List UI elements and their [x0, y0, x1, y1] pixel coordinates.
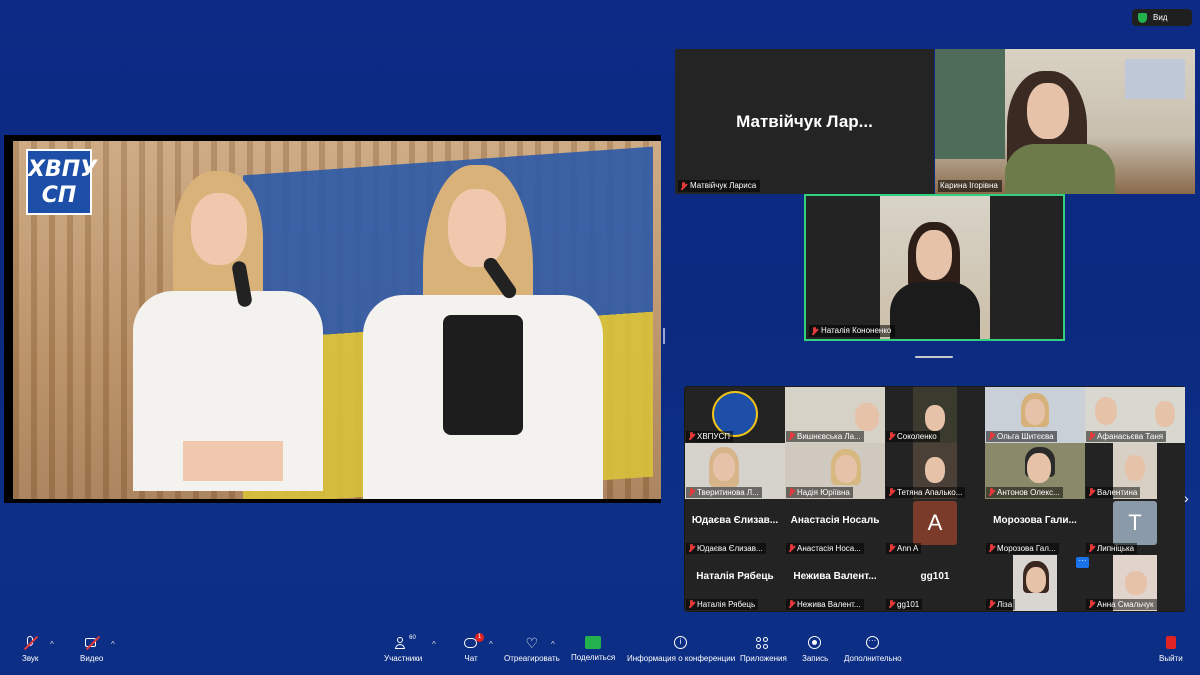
gallery-tile[interactable]: Тверитинова Л... [685, 443, 785, 499]
resize-handle[interactable] [915, 356, 953, 358]
video-options-chevron-icon[interactable]: ^ [111, 640, 115, 649]
leave-button[interactable]: Выйти [1159, 636, 1183, 663]
more-icon: ··· [865, 636, 881, 650]
muted-mic-icon [888, 432, 895, 441]
gallery-tile[interactable]: Ліза [985, 555, 1085, 611]
muted-mic-icon [988, 432, 995, 441]
record-button[interactable]: Запись [802, 636, 828, 663]
muted-mic-icon [988, 544, 995, 553]
participant-title: Анастасія Носаль [790, 515, 880, 526]
heart-icon: ♡ [525, 635, 539, 651]
hvpusp-logo: ХВПУ СП [26, 149, 97, 215]
muted-mic-icon [1088, 432, 1095, 441]
participant-title: Юдаєва Єлизав... [691, 515, 779, 526]
muted-mic-icon [788, 432, 795, 441]
leave-icon [1163, 636, 1179, 650]
chat-button[interactable]: 1 Чат [463, 633, 484, 663]
gallery-tile[interactable]: Ольга Шитєєва [985, 387, 1085, 443]
gallery-view: ХВПУСП Вишнєвська Ла... Соколенко Ольга … [684, 386, 1185, 612]
muted-mic-icon [788, 600, 795, 609]
muted-mic-icon [888, 488, 895, 497]
chat-badge: 1 [475, 633, 484, 642]
chalkboard [935, 49, 1005, 159]
apps-icon [755, 636, 771, 650]
participant-name-tag: Матвійчук Лариса [678, 180, 761, 192]
shared-screen: ХВПУ СП [4, 135, 661, 503]
gallery-tile[interactable]: Надія Юріївна [785, 443, 885, 499]
meeting-toolbar: Звук ^ Видео ^ 60 Участники ^ 1 Чат ^ ♡ … [0, 632, 1200, 675]
chat-options-chevron-icon[interactable]: ^ [489, 640, 493, 649]
participant-video [880, 196, 990, 339]
gallery-tile[interactable]: Вишнєвська Ла... [785, 387, 885, 443]
muted-mic-icon [688, 432, 695, 441]
participant-big-name: Матвійчук Лар... [736, 111, 873, 131]
view-label: Вид [1153, 13, 1168, 22]
participant-title: gg101 [920, 571, 950, 582]
next-page-arrow-icon[interactable]: › [1184, 490, 1189, 506]
video-tile-karyna[interactable]: Карина Ігорівна [935, 49, 1195, 194]
gallery-tile[interactable]: Антонов Олекс... [985, 443, 1085, 499]
audio-options-chevron-icon[interactable]: ^ [50, 640, 54, 649]
participant-title: Морозова Гали... [993, 515, 1077, 526]
muted-mic-icon [811, 326, 818, 336]
video-button[interactable]: Видео [80, 635, 103, 663]
muted-mic-icon [1088, 544, 1095, 553]
avatar: T [1113, 501, 1157, 545]
info-icon: i [673, 636, 689, 650]
muted-mic-icon [988, 488, 995, 497]
gallery-tile[interactable]: Соколенко [885, 387, 985, 443]
gallery-tile[interactable]: Анастасія Носаль Анастасія Носа... [785, 499, 885, 555]
muted-mic-icon [680, 181, 687, 191]
shared-video: ХВПУ СП [13, 141, 661, 499]
apps-button[interactable]: Приложения [740, 636, 787, 663]
shield-icon [1138, 12, 1147, 23]
more-button[interactable]: ··· Дополнительно [844, 636, 902, 663]
participant-title: Нежива Валент... [793, 571, 877, 582]
participant-name-tag: Наталія Кононенко [809, 325, 896, 337]
gallery-tile[interactable]: Нежива Валент... Нежива Валент... [785, 555, 885, 611]
view-button[interactable]: Вид [1132, 9, 1192, 26]
meeting-info-button[interactable]: i Информация о конференции [627, 636, 735, 663]
participants-options-chevron-icon[interactable]: ^ [432, 640, 436, 649]
share-screen-icon [585, 636, 602, 649]
react-options-chevron-icon[interactable]: ^ [551, 640, 555, 649]
wall-poster [1125, 59, 1185, 99]
participants-icon: 60 [395, 635, 416, 650]
gallery-tile[interactable]: T Липніцька [1085, 499, 1185, 555]
gallery-tile[interactable]: gg101 gg101 [885, 555, 985, 611]
video-tile-matviichuk[interactable]: Матвійчук Лар... Матвійчук Лариса [675, 49, 934, 194]
muted-mic-icon [688, 544, 695, 553]
splitter-handle[interactable] [663, 328, 665, 344]
audio-button[interactable]: Звук [22, 635, 39, 663]
muted-mic-icon [888, 544, 895, 553]
gallery-tile[interactable]: Тетяна Апалько... [885, 443, 985, 499]
record-icon [807, 636, 823, 650]
avatar: A [913, 501, 957, 545]
share-button[interactable]: Поделиться [571, 636, 615, 662]
participant-name-tag: Карина Ігорівна [938, 180, 1002, 192]
muted-mic-icon [688, 488, 695, 497]
gallery-tile[interactable]: Афанасьєва Таня [1085, 387, 1185, 443]
gallery-tile[interactable]: Валентина [1085, 443, 1185, 499]
gallery-tile[interactable]: Анна Смальчук [1085, 555, 1185, 611]
gallery-tile[interactable]: Наталія Рябець Наталія Рябець [685, 555, 785, 611]
participant-title: Наталія Рябець [696, 571, 774, 582]
chat-icon: 1 [463, 633, 484, 650]
muted-mic-icon [888, 600, 895, 609]
muted-mic-icon [1088, 600, 1095, 609]
camera-off-icon [84, 635, 100, 651]
muted-mic-icon [788, 544, 795, 553]
gallery-tile[interactable]: A Ann A [885, 499, 985, 555]
gallery-tile[interactable]: Морозова Гали... Морозова Гал... [985, 499, 1085, 555]
video-tile-kononenko[interactable]: Наталія Кононенко [804, 194, 1065, 341]
muted-mic-icon [988, 600, 995, 609]
muted-mic-icon [688, 600, 695, 609]
gallery-tile[interactable]: Юдаєва Єлизав... Юдаєва Єлизав... [685, 499, 785, 555]
mic-muted-icon [22, 635, 39, 651]
muted-mic-icon [1088, 488, 1095, 497]
muted-mic-icon [788, 488, 795, 497]
more-options-button[interactable]: ··· [1076, 557, 1089, 568]
gallery-tile[interactable]: ХВПУСП [685, 387, 785, 443]
participants-button[interactable]: 60 Участники [384, 635, 422, 663]
